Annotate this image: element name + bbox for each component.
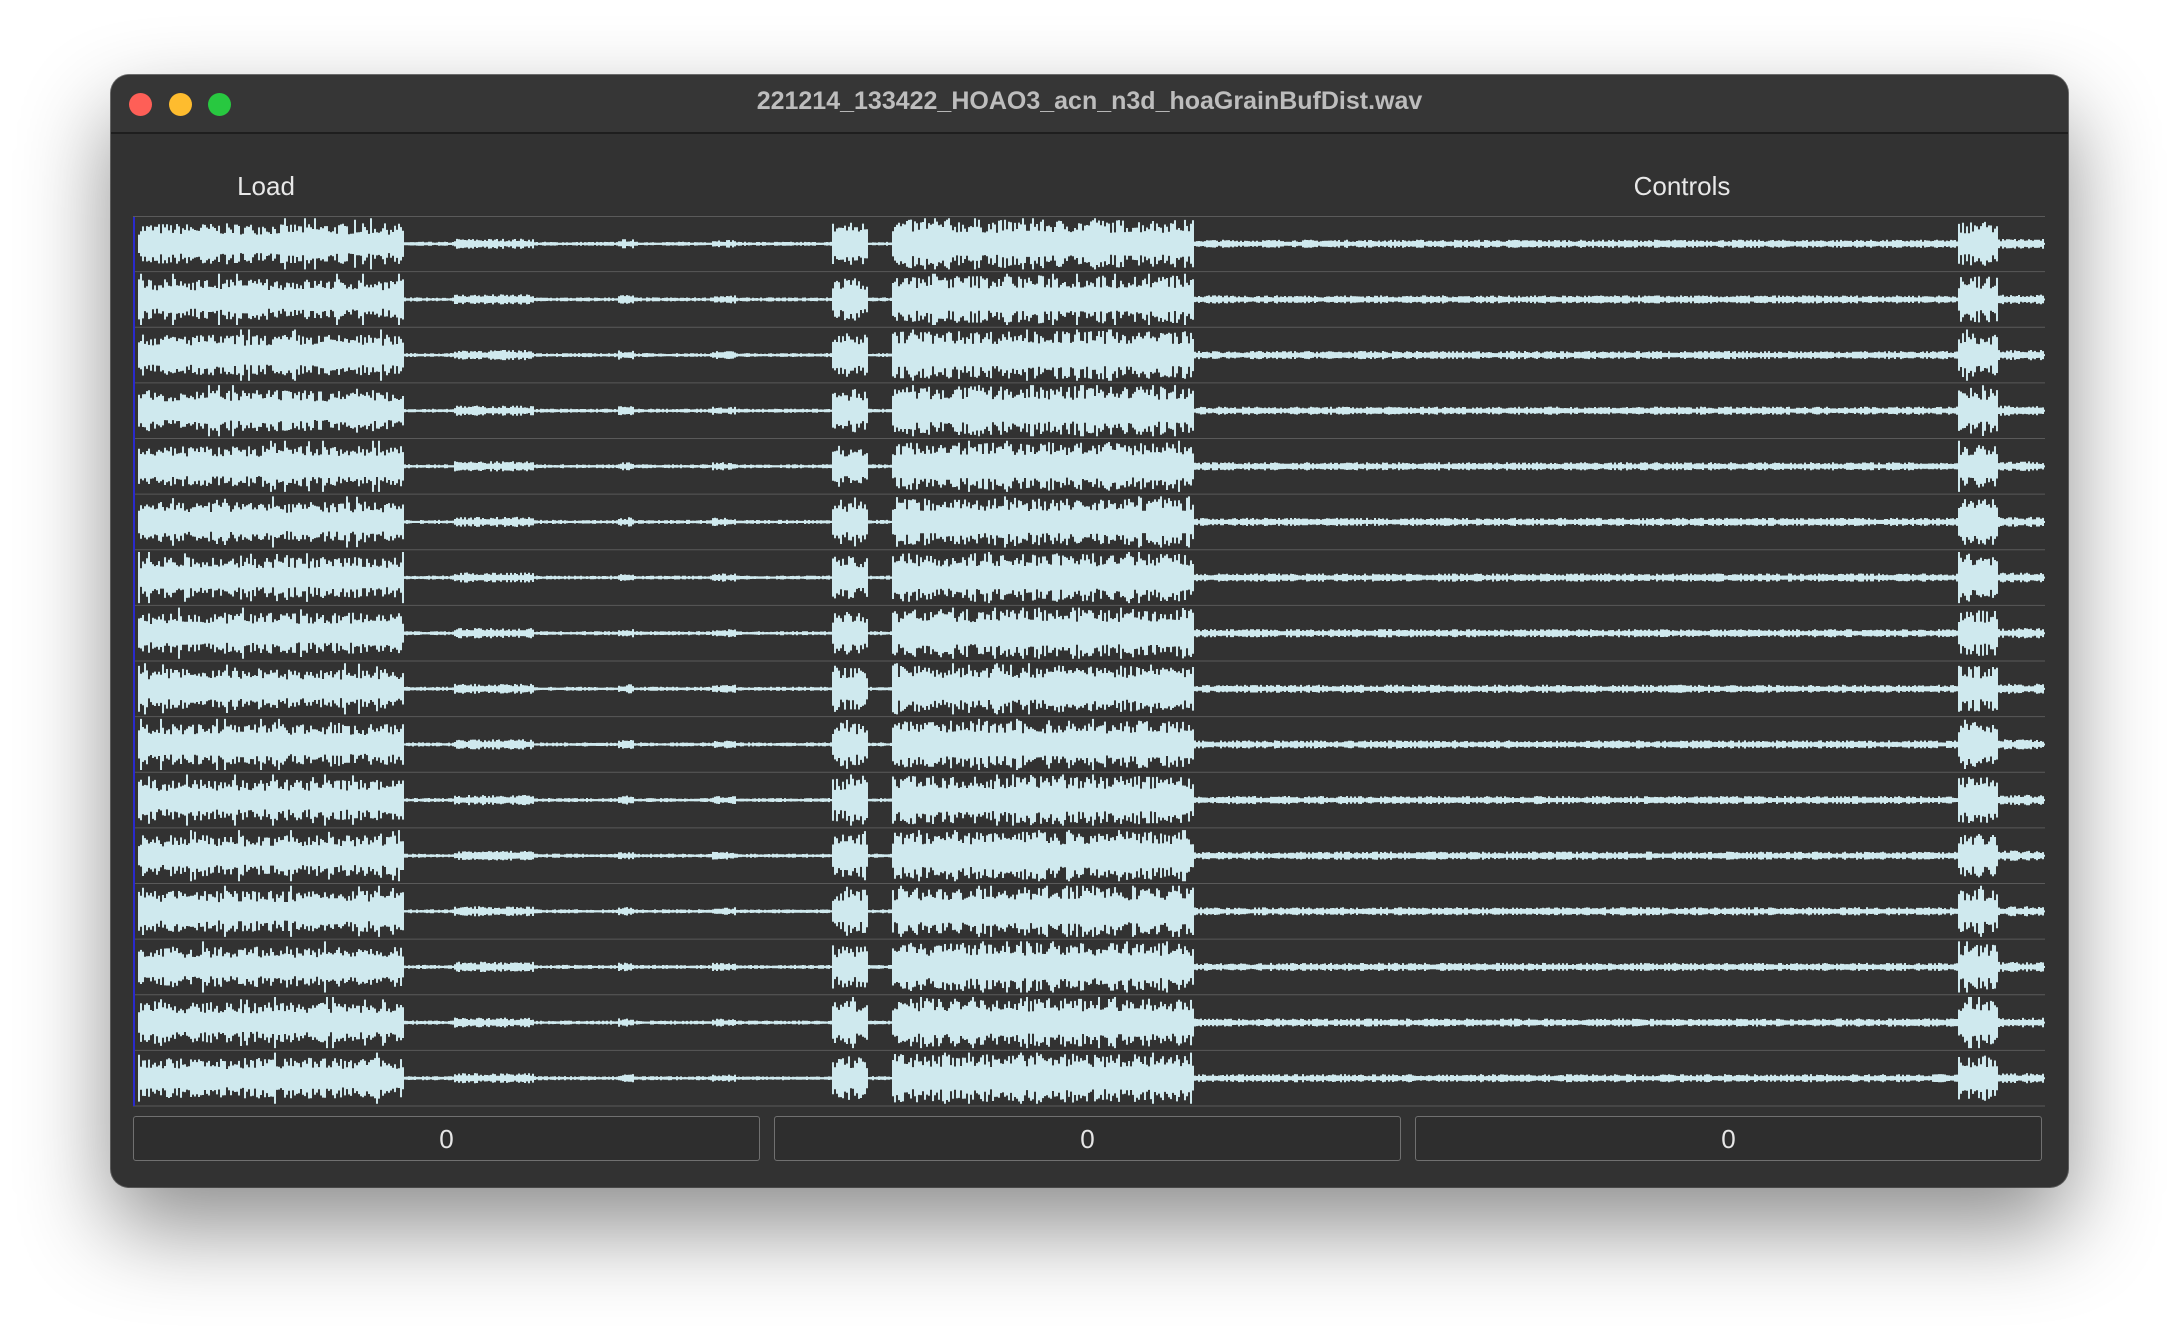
channel-14-waveform	[133, 941, 2045, 996]
channel-1-waveform	[133, 218, 2045, 273]
channel-16-waveform	[133, 1052, 2045, 1107]
channel-10-waveform	[133, 718, 2045, 773]
controls-button[interactable]: Controls	[1462, 163, 1902, 209]
load-button[interactable]: Load	[133, 163, 399, 209]
channel-12-waveform	[133, 830, 2045, 884]
channel-5-waveform	[133, 440, 2045, 495]
number-box-1[interactable]: 0	[133, 1116, 760, 1161]
window-title: 221214_133422_HOAO3_acn_n3d_hoaGrainBufD…	[756, 87, 1423, 115]
number-box-2[interactable]: 0	[774, 1116, 1401, 1161]
channel-9-waveform	[133, 663, 2045, 718]
channel-4-waveform	[133, 385, 2045, 439]
channel-7-waveform	[133, 552, 2045, 606]
channel-15-waveform	[133, 997, 2045, 1051]
number-box-3[interactable]: 0	[1415, 1116, 2042, 1161]
channel-6-waveform	[133, 496, 2045, 551]
channel-11-waveform	[133, 774, 2045, 829]
waveform-view[interactable]	[133, 216, 2045, 1178]
channel-3-waveform	[133, 329, 2045, 384]
channel-8-waveform	[133, 607, 2045, 662]
app-window: 221214_133422_HOAO3_acn_n3d_hoaGrainBufD…	[111, 75, 2068, 1187]
channel-2-waveform	[133, 273, 2045, 328]
title-bar[interactable]: 221214_133422_HOAO3_acn_n3d_hoaGrainBufD…	[111, 75, 2068, 134]
channel-13-waveform	[133, 885, 2045, 940]
